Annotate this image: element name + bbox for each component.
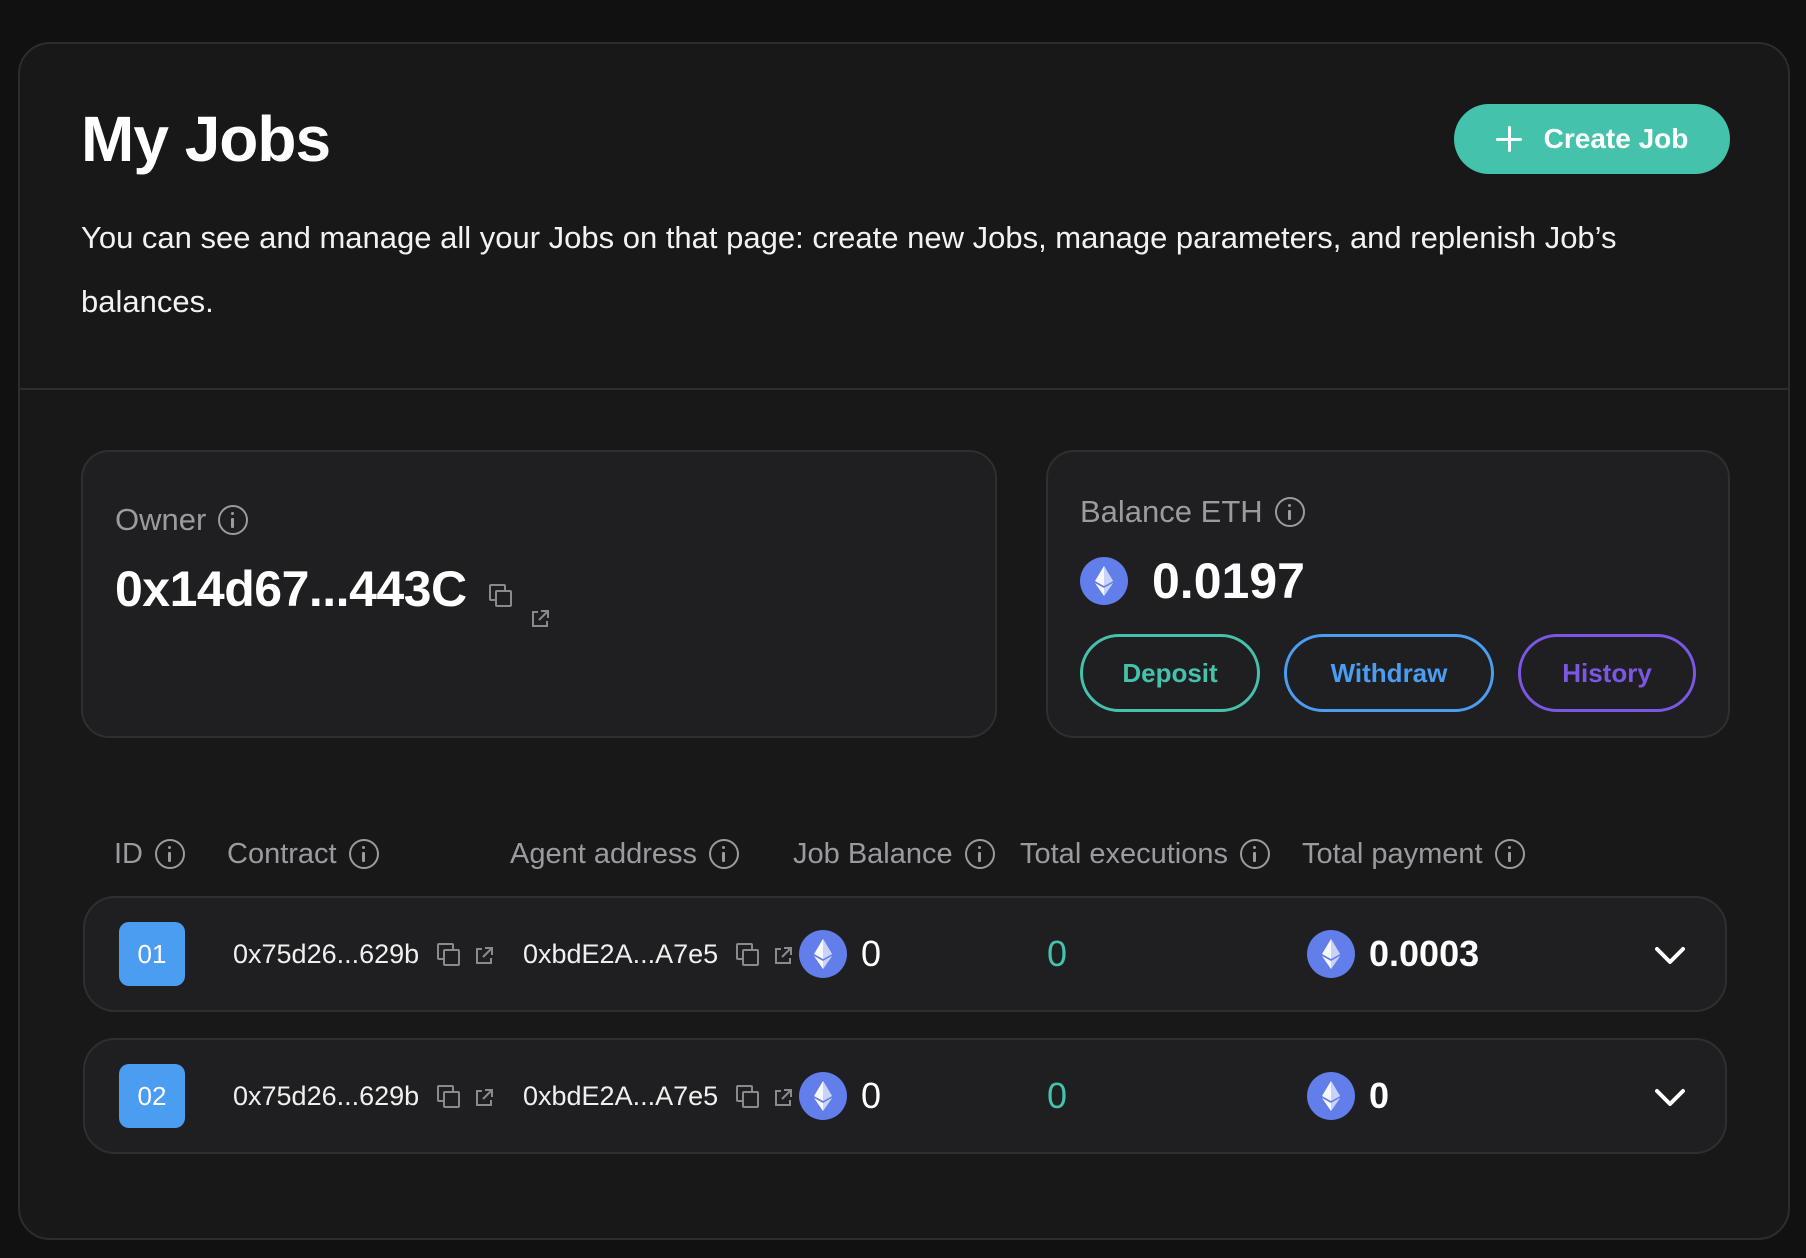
page-title: My Jobs: [81, 103, 331, 175]
copy-icon[interactable]: [437, 943, 461, 966]
create-job-label: Create Job: [1543, 123, 1689, 154]
external-link-icon[interactable]: [772, 1085, 794, 1107]
table-row[interactable]: 02 0x75d26...629b 0xbdE2A...A7e5 0 0 0: [83, 1038, 1727, 1154]
external-link-icon[interactable]: [529, 584, 551, 627]
executions-value: 0: [1047, 1075, 1068, 1116]
job-balance-value: 0: [861, 933, 882, 974]
deposit-button[interactable]: Deposit: [1080, 634, 1260, 712]
create-job-button[interactable]: Create Job: [1454, 104, 1730, 174]
eth-icon: [799, 930, 847, 978]
eth-icon: [1307, 1072, 1355, 1120]
table-header: ID Contract Agent address Job Balance To…: [20, 834, 1788, 874]
agent-cell: 0xbdE2A...A7e5: [523, 898, 794, 1010]
withdraw-button[interactable]: Withdraw: [1284, 634, 1494, 712]
payment-cell: 0: [1307, 1040, 1389, 1152]
payment-cell: 0.0003: [1307, 898, 1479, 1010]
job-id-badge: 02: [119, 1064, 185, 1128]
agent-cell: 0xbdE2A...A7e5: [523, 1040, 794, 1152]
contract-address: 0x75d26...629b: [233, 1080, 420, 1111]
owner-card: Owner 0x14d67...443C: [81, 450, 997, 738]
info-icon[interactable]: [348, 839, 379, 869]
balance-value: 0.0197: [1152, 553, 1305, 609]
external-link-icon[interactable]: [473, 1085, 495, 1107]
agent-address: 0xbdE2A...A7e5: [523, 1080, 719, 1111]
column-job-balance: Job Balance: [793, 834, 995, 874]
balance-row: 0.0197: [1080, 552, 1305, 610]
eth-icon: [799, 1072, 847, 1120]
info-icon[interactable]: [1274, 497, 1305, 527]
history-button[interactable]: History: [1518, 634, 1696, 712]
info-icon[interactable]: [155, 839, 185, 869]
external-link-icon[interactable]: [473, 943, 495, 965]
contract-cell: 0x75d26...629b: [233, 898, 495, 1010]
balance-card: Balance ETH 0.0197 Deposit Withdraw Hist…: [1046, 450, 1730, 738]
info-icon[interactable]: [1239, 839, 1270, 869]
column-agent-address: Agent address: [510, 834, 740, 874]
column-total-payment: Total payment: [1302, 834, 1525, 874]
page-header: My Jobs You can see and manage all your …: [20, 44, 1788, 390]
eth-icon: [1307, 930, 1355, 978]
owner-address: 0x14d67...443C: [115, 561, 467, 617]
eth-icon: [1080, 557, 1128, 605]
executions-cell: 0: [1047, 1040, 1067, 1152]
executions-value: 0: [1047, 933, 1068, 974]
job-id-badge: 01: [119, 922, 185, 986]
table-row[interactable]: 01 0x75d26...629b 0xbdE2A...A7e5 0 0 0.0…: [83, 896, 1727, 1012]
copy-icon[interactable]: [736, 1085, 760, 1108]
info-icon[interactable]: [709, 839, 740, 869]
agent-address: 0xbdE2A...A7e5: [523, 938, 719, 969]
info-icon[interactable]: [1494, 839, 1525, 869]
balance-label: Balance ETH: [1080, 494, 1263, 529]
owner-label: Owner: [115, 502, 207, 537]
copy-icon[interactable]: [736, 943, 760, 966]
job-balance-cell: 0: [799, 898, 881, 1010]
info-icon[interactable]: [218, 505, 249, 535]
jobs-panel: My Jobs You can see and manage all your …: [18, 42, 1790, 1240]
page-description: You can see and manage all your Jobs on …: [81, 220, 1617, 319]
external-link-icon[interactable]: [772, 943, 794, 965]
chevron-down-icon[interactable]: [1653, 1080, 1687, 1114]
executions-cell: 0: [1047, 898, 1067, 1010]
column-id: ID: [114, 834, 185, 874]
payment-value: 0: [1369, 1075, 1390, 1116]
plus-icon: [1495, 126, 1522, 152]
copy-icon[interactable]: [437, 1085, 461, 1108]
chevron-down-icon[interactable]: [1653, 938, 1687, 972]
column-total-executions: Total executions: [1020, 834, 1270, 874]
info-icon[interactable]: [964, 839, 995, 869]
column-contract: Contract: [227, 834, 379, 874]
job-balance-value: 0: [861, 1075, 882, 1116]
contract-address: 0x75d26...629b: [233, 938, 420, 969]
owner-address-row: 0x14d67...443C: [115, 560, 551, 627]
payment-value: 0.0003: [1369, 933, 1480, 974]
job-balance-cell: 0: [799, 1040, 881, 1152]
copy-icon[interactable]: [488, 584, 512, 607]
contract-cell: 0x75d26...629b: [233, 1040, 495, 1152]
